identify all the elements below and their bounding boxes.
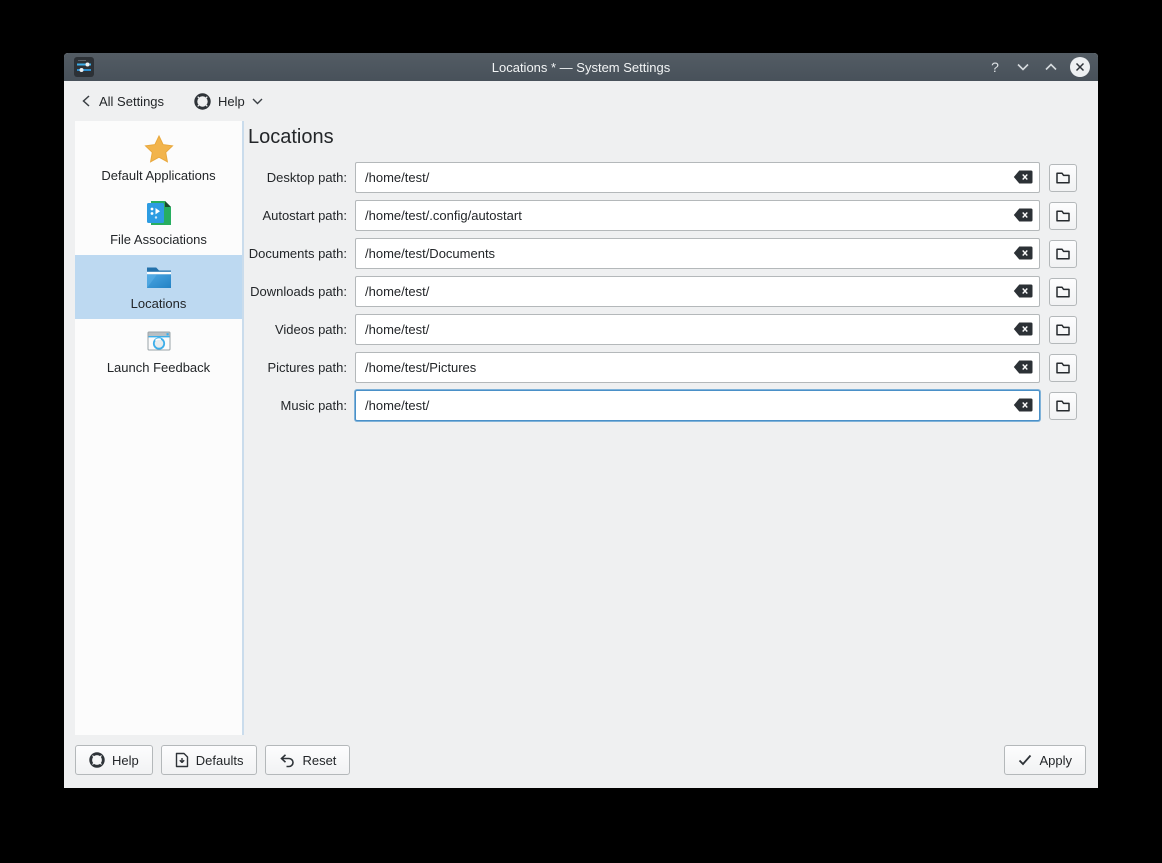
- blue-folder-icon: [143, 261, 175, 293]
- toolbar: All Settings Help: [64, 81, 1098, 121]
- help-button-label: Help: [112, 753, 139, 768]
- chevron-down-icon: [1017, 63, 1029, 71]
- documents-path-row: Documents path:: [247, 238, 1086, 269]
- desktop-path-row: Desktop path:: [247, 162, 1086, 193]
- chevron-down-icon: [252, 98, 263, 105]
- apply-button[interactable]: Apply: [1004, 745, 1086, 775]
- documents-path-label: Documents path:: [247, 246, 355, 261]
- autostart-path-row: Autostart path:: [247, 200, 1086, 231]
- desktop-path-label: Desktop path:: [247, 170, 355, 185]
- videos-path-input[interactable]: [355, 314, 1040, 345]
- undo-arrow-icon: [279, 753, 295, 768]
- sidebar-item-label: Launch Feedback: [77, 360, 240, 376]
- chevron-up-icon: [1045, 63, 1057, 71]
- question-mark-icon: ?: [991, 59, 999, 75]
- clear-text-icon[interactable]: [1013, 398, 1033, 412]
- sidebar-item-label: Default Applications: [77, 168, 240, 184]
- locations-panel: Locations Desktop path: Autostart path: …: [247, 121, 1086, 428]
- folder-icon: [1055, 246, 1071, 262]
- clear-text-icon[interactable]: [1013, 360, 1033, 374]
- file-associations-icon: [143, 197, 175, 229]
- defaults-button[interactable]: Defaults: [161, 745, 258, 775]
- videos-path-row: Videos path:: [247, 314, 1086, 345]
- downloads-path-label: Downloads path:: [247, 284, 355, 299]
- videos-path-label: Videos path:: [247, 322, 355, 337]
- autostart-path-input[interactable]: [355, 200, 1040, 231]
- browse-folder-button[interactable]: [1049, 392, 1077, 420]
- sidebar-item-label: Locations: [77, 296, 240, 312]
- titlebar[interactable]: Locations * — System Settings ?: [64, 53, 1098, 81]
- system-settings-window: Locations * — System Settings ? All Sett…: [64, 53, 1098, 788]
- sidebar-item-label: File Associations: [77, 232, 240, 248]
- clear-text-icon[interactable]: [1013, 322, 1033, 336]
- maximize-button[interactable]: [1042, 58, 1060, 76]
- browse-folder-button[interactable]: [1049, 202, 1077, 230]
- reset-button-label: Reset: [302, 753, 336, 768]
- sidebar-item-locations[interactable]: Locations: [75, 255, 242, 319]
- folder-icon: [1055, 322, 1071, 338]
- sidebar-item-default-applications[interactable]: Default Applications: [75, 127, 242, 191]
- folder-icon: [1055, 284, 1071, 300]
- star-icon: [143, 133, 175, 165]
- clear-text-icon[interactable]: [1013, 170, 1033, 184]
- browse-folder-button[interactable]: [1049, 354, 1077, 382]
- system-settings-app-icon: [74, 57, 94, 77]
- sidebar-item-launch-feedback[interactable]: Launch Feedback: [75, 319, 242, 383]
- close-button[interactable]: [1070, 57, 1090, 77]
- titlebar-help-button[interactable]: ?: [986, 58, 1004, 76]
- minimize-button[interactable]: [1014, 58, 1032, 76]
- apply-button-label: Apply: [1039, 753, 1072, 768]
- pictures-path-label: Pictures path:: [247, 360, 355, 375]
- close-icon: [1075, 62, 1085, 72]
- browse-folder-button[interactable]: [1049, 240, 1077, 268]
- browse-folder-button[interactable]: [1049, 316, 1077, 344]
- clear-text-icon[interactable]: [1013, 284, 1033, 298]
- sidebar-item-file-associations[interactable]: File Associations: [75, 191, 242, 255]
- browse-folder-button[interactable]: [1049, 278, 1077, 306]
- autostart-path-label: Autostart path:: [247, 208, 355, 223]
- clear-text-icon[interactable]: [1013, 246, 1033, 260]
- documents-path-input[interactable]: [355, 238, 1040, 269]
- page-title: Locations: [248, 126, 1086, 149]
- launch-feedback-window-icon: [143, 325, 175, 357]
- browse-folder-button[interactable]: [1049, 164, 1077, 192]
- folder-icon: [1055, 170, 1071, 186]
- reset-button[interactable]: Reset: [265, 745, 350, 775]
- all-settings-label: All Settings: [99, 94, 164, 109]
- downloads-path-input[interactable]: [355, 276, 1040, 307]
- all-settings-back-button[interactable]: All Settings: [80, 94, 164, 109]
- sidebar-category-list: Default Applications File Associations: [75, 121, 244, 735]
- desktop-path-input[interactable]: [355, 162, 1040, 193]
- folder-icon: [1055, 360, 1071, 376]
- folder-icon: [1055, 398, 1071, 414]
- clear-text-icon[interactable]: [1013, 208, 1033, 222]
- toolbar-help-button[interactable]: Help: [194, 93, 263, 110]
- help-button[interactable]: Help: [75, 745, 153, 775]
- checkmark-icon: [1018, 754, 1032, 766]
- folder-icon: [1055, 208, 1071, 224]
- document-defaults-icon: [175, 752, 189, 768]
- defaults-button-label: Defaults: [196, 753, 244, 768]
- help-label: Help: [218, 94, 245, 109]
- music-path-label: Music path:: [247, 398, 355, 413]
- music-path-row: Music path:: [247, 390, 1086, 421]
- lifebuoy-help-icon: [89, 752, 105, 768]
- music-path-input[interactable]: [355, 390, 1040, 421]
- chevron-left-icon: [80, 94, 92, 108]
- pictures-path-row: Pictures path:: [247, 352, 1086, 383]
- pictures-path-input[interactable]: [355, 352, 1040, 383]
- window-title: Locations * — System Settings: [64, 60, 1098, 75]
- lifebuoy-help-icon: [194, 93, 211, 110]
- footer-button-bar: Help Defaults Reset Apply: [75, 745, 1086, 775]
- downloads-path-row: Downloads path:: [247, 276, 1086, 307]
